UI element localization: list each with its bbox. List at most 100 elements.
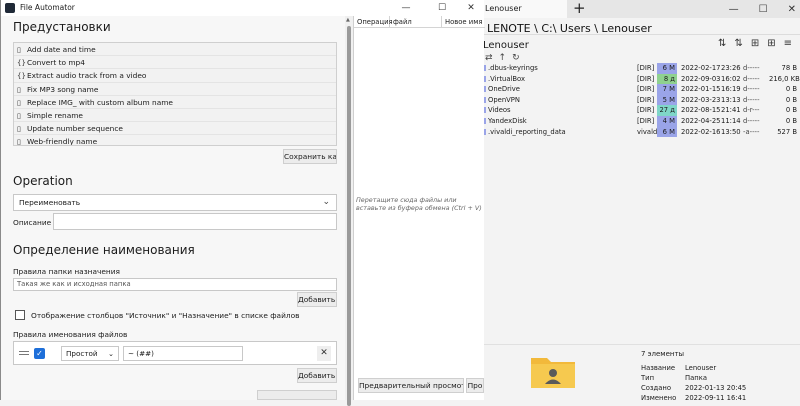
presets-list[interactable]: ▯ Add date and time {}Convert to mp4 {}Extr… (13, 42, 337, 146)
settings-scrollbar[interactable]: ▲ (345, 16, 353, 406)
naming-heading: Определение наименования (13, 243, 195, 257)
column-new-name[interactable]: Новое имя фа (442, 16, 485, 27)
description-input[interactable] (53, 213, 337, 230)
file-rules-label: Правила именования файлов (13, 330, 128, 339)
file-size: 78 B (781, 64, 797, 72)
close-icon[interactable]: ✕ (788, 4, 796, 15)
file-attributes: d----- (743, 116, 760, 125)
file-age: 8 д (657, 73, 677, 85)
file-type: [DIR] (637, 106, 655, 115)
minimize-icon[interactable]: — (729, 4, 739, 15)
operation-value: Переименовать (19, 198, 81, 207)
sort-icon[interactable]: ⇅ (718, 38, 726, 49)
refresh-icon[interactable]: ↻ (512, 53, 520, 63)
rule-type-select[interactable]: Простой ⌄ (61, 346, 119, 361)
new-tab-button[interactable]: + (573, 0, 586, 16)
file-age: 6 M (657, 63, 677, 74)
fm-tab-bar: Lenouser + — ☐ ✕ (481, 0, 800, 18)
file-time: 11:14 (721, 116, 741, 125)
fm-nav: ⇄ ↑ ↻ (485, 53, 520, 63)
sort-alt-icon[interactable]: ⇅ (734, 38, 742, 49)
preset-item[interactable]: {}Extract audio track from a video (14, 69, 336, 83)
file-size: 216,0 KB (769, 74, 800, 83)
file-size: 0 B (785, 106, 797, 115)
file-row[interactable]: OpenVPN [DIR] 5 M 2022-03-23 13:13 d----- 0 B (481, 94, 800, 106)
scrollbar-thumb[interactable] (347, 26, 351, 406)
file-name: .VirtualBox (488, 74, 526, 83)
preset-item[interactable]: ▯ Simple rename (14, 109, 336, 123)
preset-item[interactable]: ▯ Update number sequence (14, 122, 336, 136)
document-icon: ▯ (17, 98, 21, 107)
folder-user-icon (531, 358, 575, 388)
settings-panel: Предустановки ▯ Add date and time {}Conver… (1, 16, 345, 400)
rule-enabled-checkbox[interactable]: ✓ (34, 348, 45, 359)
drag-handle-icon[interactable] (19, 351, 29, 355)
view-grid-icon[interactable]: ⊞ (751, 38, 759, 49)
rule-value-input[interactable]: ~ (##) (123, 346, 243, 361)
rule-type-value: Простой (66, 349, 98, 358)
chevron-down-icon: ⌄ (107, 349, 114, 358)
process-button[interactable]: Про (466, 378, 484, 393)
preset-label: Simple rename (27, 110, 83, 120)
file-age: 27 д (657, 105, 677, 116)
file-name: OpenVPN (488, 95, 520, 104)
app-icon (5, 3, 15, 13)
preset-item[interactable]: ▯ Web-friendly name (14, 135, 336, 146)
preview-button[interactable]: Предварительный просмотр (358, 378, 464, 393)
menu-icon[interactable]: ≡ (784, 38, 792, 49)
preset-item[interactable]: ▯ Add date and time (14, 43, 336, 57)
file-time: 16:02 (721, 74, 741, 83)
file-type: [DIR] (637, 116, 655, 125)
file-rule-row: ✓ Простой ⌄ ~ (##) ✕ (13, 341, 337, 365)
close-button[interactable]: ✕ (456, 0, 486, 16)
file-attributes: d----- (743, 85, 760, 94)
column-operation[interactable]: Операция (354, 16, 393, 27)
scroll-up-icon[interactable]: ▲ (346, 17, 350, 23)
remove-rule-button[interactable]: ✕ (317, 346, 331, 361)
file-row[interactable]: .dbus-keyrings [DIR] 6 M 2022-02-17 23:26 d--… (481, 63, 800, 74)
file-row[interactable]: .vivaldi_reporting_data vivald... 6 M 2022-… (481, 126, 800, 138)
files-pane: Операция файл Новое имя фа Перетащите сю… (353, 16, 485, 400)
property-key: Создано (641, 384, 671, 392)
file-date: 2022-08-15 (681, 106, 721, 115)
file-age: 5 M (657, 94, 677, 106)
file-row[interactable]: YandexDisk [DIR] 4 M 2022-04-25 11:14 d----- 0… (481, 115, 800, 127)
view-tiles-icon[interactable]: ⊞ (767, 38, 775, 49)
preset-item[interactable]: ▯ Fix MP3 song name (14, 83, 336, 96)
file-time: 21:41 (721, 106, 741, 115)
maximize-button[interactable]: ☐ (427, 0, 457, 16)
drop-hint: Перетащите сюда файлы или вставьте из бу… (356, 196, 482, 212)
file-attributes: d-r--- (743, 106, 760, 115)
file-date: 2022-09-03 (681, 74, 721, 83)
partial-button[interactable] (257, 390, 337, 400)
minimize-button[interactable]: — (391, 0, 421, 16)
preset-label: Fix MP3 song name (27, 84, 99, 94)
file-date: 2022-02-16 (681, 127, 721, 136)
swap-icon[interactable]: ⇄ (485, 53, 493, 63)
column-file[interactable]: файл (390, 16, 442, 27)
preset-item[interactable]: ▯ Replace IMG_ with custom album name (14, 96, 336, 109)
title-bar: File Automator — ☐ ✕ (1, 0, 484, 16)
operation-select[interactable]: Переименовать ⌄ (13, 194, 337, 211)
file-type: [DIR] (637, 85, 655, 94)
save-preset-button[interactable]: Сохранить как (283, 149, 337, 164)
maximize-icon[interactable]: ☐ (759, 4, 768, 15)
file-date: 2022-03-23 (681, 95, 721, 104)
dest-rules-input[interactable]: Такая же как и исходная папка (13, 278, 337, 291)
file-age: 4 M (657, 115, 677, 127)
preset-item[interactable]: {}Convert to mp4 (14, 56, 336, 70)
document-icon: ▯ (17, 138, 21, 146)
show-columns-checkbox[interactable] (15, 310, 25, 320)
fm-tab[interactable]: Lenouser (481, 0, 567, 18)
add-file-rule-button[interactable]: Добавить г (297, 368, 337, 383)
file-row[interactable]: Videos [DIR] 27 д 2022-08-15 21:41 d-r--- 0 B (481, 105, 800, 116)
add-dest-rule-button[interactable]: Добавить г (297, 292, 337, 307)
file-row[interactable]: .VirtualBox [DIR] 8 д 2022-09-03 16:02 d-----… (481, 73, 800, 85)
property-value: 2022-09-11 16:41 (685, 394, 747, 402)
preset-label: Extract audio track from a video (27, 71, 147, 81)
up-arrow-icon[interactable]: ↑ (499, 53, 507, 63)
file-age: 6 M (657, 126, 677, 138)
file-automator-window: File Automator — ☐ ✕ Предустановки ▯ Add … (0, 0, 485, 406)
file-row[interactable]: OneDrive [DIR] 7 M 2022-01-15 16:19 d----- 0 B (481, 84, 800, 95)
divider (481, 344, 800, 345)
